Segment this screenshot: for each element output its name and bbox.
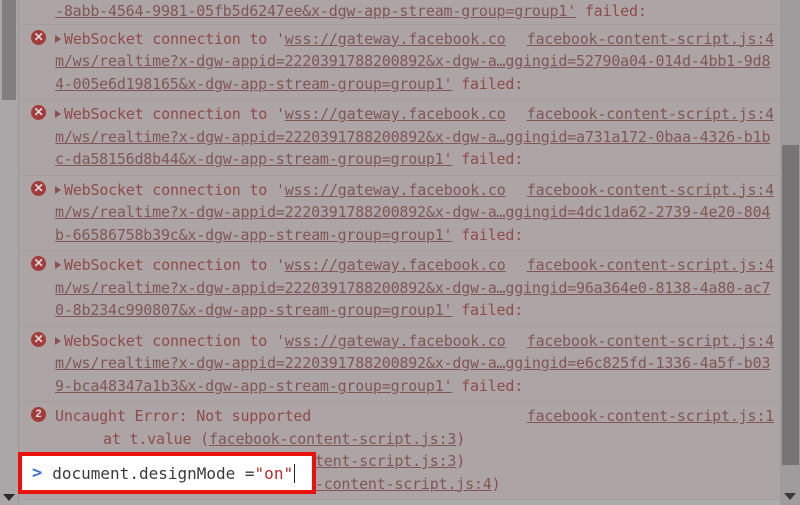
message-prefix: WebSocket connection to ' bbox=[64, 180, 285, 199]
stack-frame-close: ) bbox=[491, 474, 501, 493]
message-source-link[interactable]: facebook-content-script.js:4 bbox=[527, 330, 774, 353]
message-source-link[interactable]: facebook-content-script.js:4 bbox=[527, 179, 774, 202]
message-url-part1[interactable]: wss://gateway.face bbox=[285, 256, 444, 274]
message-prefix: WebSocket connection to ' bbox=[64, 256, 285, 274]
message-tail: failed: bbox=[452, 376, 524, 395]
devtools-console-panel: -8abb-4564-9981-05fb5d6247ee&x-dgw-app-s… bbox=[0, 0, 800, 505]
message-source-link[interactable]: facebook-content-script.js:4 bbox=[527, 28, 774, 51]
console-message-list[interactable]: -8abb-4564-9981-05fb5d6247ee&x-dgw-app-s… bbox=[19, 0, 780, 505]
stack-frame-close: ) bbox=[456, 429, 466, 448]
chevron-down-icon[interactable] bbox=[3, 494, 15, 501]
console-message-error[interactable]: ✕ facebook-content-script.js:4 WebSocket… bbox=[19, 100, 780, 176]
console-scrollbar-thumb[interactable] bbox=[782, 145, 799, 465]
message-tail: failed: bbox=[576, 2, 647, 20]
left-scrollbar-thumb[interactable] bbox=[2, 0, 16, 100]
chevron-right-icon[interactable] bbox=[55, 110, 61, 118]
chevron-right-icon[interactable] bbox=[55, 34, 61, 43]
text-caret bbox=[294, 463, 296, 483]
console-input-string: "on" bbox=[254, 463, 294, 483]
console-message-error[interactable]: ✕ facebook-content-script.js:4 WebSocket… bbox=[19, 251, 780, 327]
console-message-error[interactable]: ✕ facebook-content-script.js:4 WebSocket… bbox=[19, 326, 780, 402]
message-prefix: WebSocket connection to ' bbox=[64, 29, 285, 48]
console-message-error[interactable]: ✕ facebook-content-script.js:4 WebSocket… bbox=[19, 175, 780, 251]
console-message-error[interactable]: ✕ facebook-content-script.js:4 WebSocket… bbox=[19, 24, 780, 100]
message-tail: failed: bbox=[452, 150, 524, 168]
chevron-down-icon[interactable] bbox=[784, 493, 796, 500]
message-tail: failed: bbox=[452, 74, 524, 93]
chevron-right-icon[interactable] bbox=[55, 185, 61, 194]
message-source-link[interactable]: facebook-content-script.js:4 bbox=[527, 254, 774, 277]
prompt-chevron-icon: > bbox=[32, 463, 43, 483]
message-url-part1[interactable]: wss://gateway.face bbox=[285, 332, 444, 350]
message-url-part1[interactable]: wss://gateway.face bbox=[285, 181, 444, 199]
console-input-row[interactable]: > document.designMode ="on" bbox=[22, 456, 312, 490]
message-prefix: WebSocket connection to ' bbox=[64, 331, 285, 350]
message-tail: failed: bbox=[452, 301, 524, 319]
stack-frame-link[interactable]: facebook-content-script.js:3 bbox=[209, 430, 456, 448]
message-tail: failed: bbox=[452, 225, 524, 244]
message-source-link[interactable]: facebook-content-script.js:1 bbox=[527, 405, 774, 428]
left-scrollbar[interactable] bbox=[0, 0, 19, 505]
chevron-right-icon[interactable] bbox=[55, 261, 61, 269]
message-url-part1[interactable]: wss://gateway.face bbox=[285, 30, 444, 48]
stack-frame-prefix: at t.value ( bbox=[103, 429, 209, 448]
error-circle-x-icon: ✕ bbox=[31, 256, 46, 271]
stack-frame-close: ) bbox=[456, 452, 466, 470]
message-source-link[interactable]: facebook-content-script.js:4 bbox=[527, 103, 774, 126]
message-prefix: WebSocket connection to ' bbox=[64, 105, 285, 123]
console-input-expression: document.designMode = bbox=[52, 463, 255, 483]
message-url[interactable]: -8abb-4564-9981-05fb5d6247ee&x-dgw-app-s… bbox=[55, 2, 576, 20]
console-input-highlight-box: > document.designMode ="on" bbox=[18, 452, 316, 494]
stack-frame: at t.value (facebook-content-script.js:3… bbox=[55, 428, 774, 451]
error-circle-x-icon: ✕ bbox=[31, 29, 46, 45]
error-circle-x-icon: ✕ bbox=[31, 105, 46, 120]
console-message-partial[interactable]: -8abb-4564-9981-05fb5d6247ee&x-dgw-app-s… bbox=[19, 0, 780, 25]
error-circle-x-icon: ✕ bbox=[31, 331, 46, 347]
message-url-part1[interactable]: wss://gateway.face bbox=[285, 105, 444, 123]
error-count-badge: 2 bbox=[31, 407, 46, 422]
console-input[interactable]: document.designMode ="on" bbox=[52, 463, 296, 483]
console-scrollbar[interactable] bbox=[780, 0, 800, 505]
chevron-right-icon[interactable] bbox=[55, 336, 61, 345]
message-text: -8abb-4564-9981-05fb5d6247ee&x-dgw-app-s… bbox=[55, 0, 774, 23]
error-circle-x-icon: ✕ bbox=[31, 180, 46, 196]
